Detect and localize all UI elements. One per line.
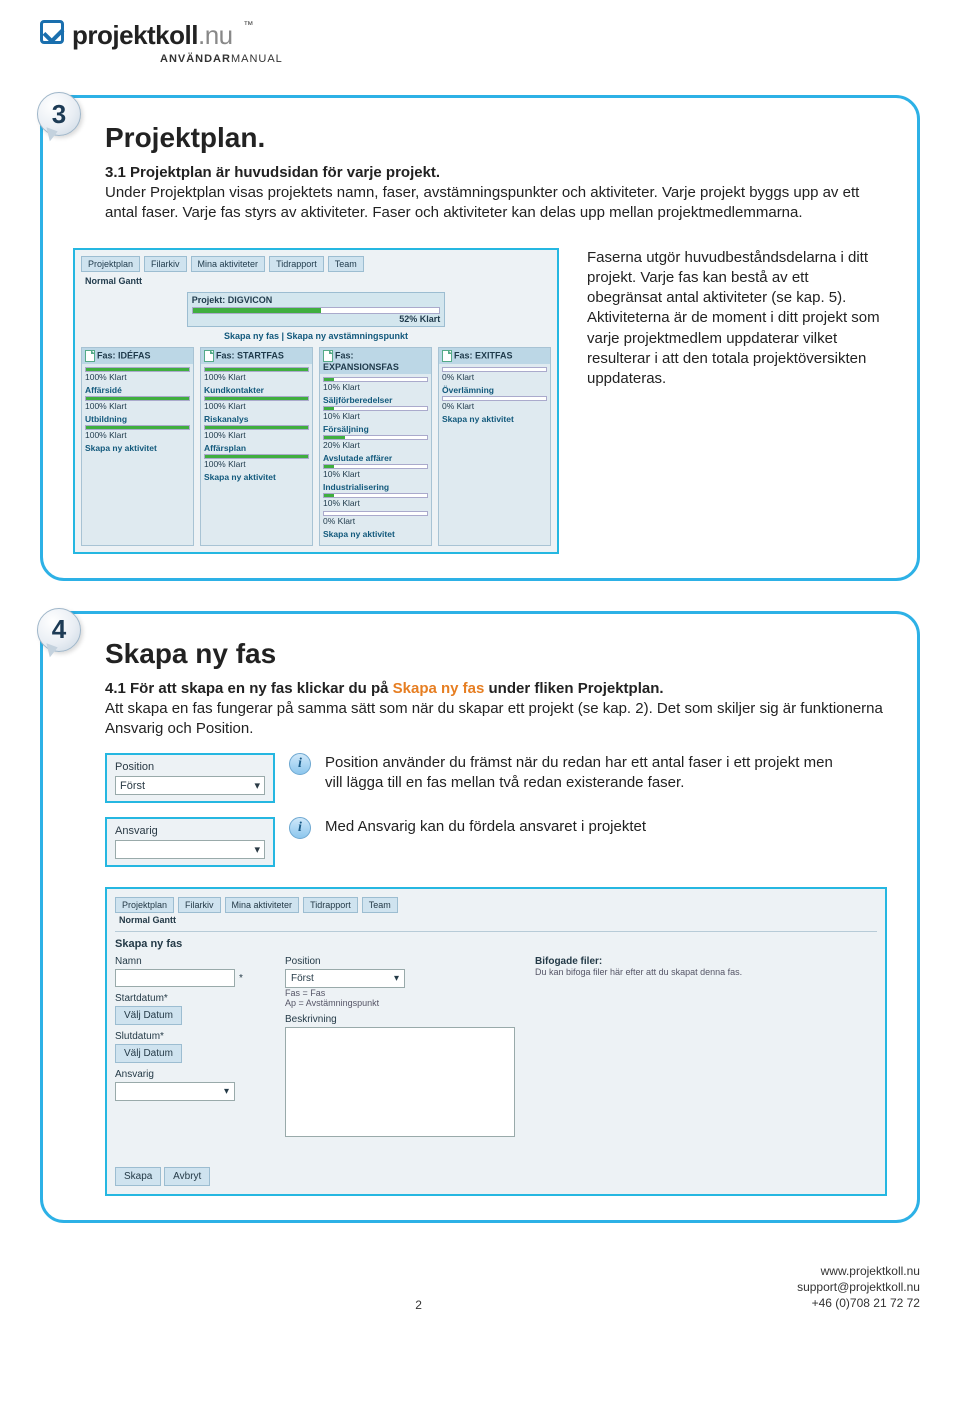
btn-skapa[interactable]: Skapa bbox=[115, 1167, 161, 1186]
lbl-slut: Slutdatum* bbox=[115, 1031, 265, 1042]
select-position[interactable]: Först▾ bbox=[285, 969, 405, 988]
chevron-down-icon: ▾ bbox=[394, 973, 399, 984]
app-tabs: Projektplan Filarkiv Mina aktiviteter Ti… bbox=[81, 256, 551, 272]
create-links[interactable]: Skapa ny fas | Skapa ny avstämningspunkt bbox=[81, 331, 551, 341]
btn-pick-slut[interactable]: Välj Datum bbox=[115, 1044, 182, 1063]
chevron-down-icon: ▾ bbox=[224, 1086, 229, 1097]
field-position: Position Först▾ bbox=[105, 753, 275, 803]
tab-mina-aktiviteter[interactable]: Mina aktiviteter bbox=[225, 897, 300, 913]
phase-expansionsfas: Fas: EXPANSIONSFAS 10% Klart Säljförbere… bbox=[319, 347, 432, 546]
link-skapa-aktivitet[interactable]: Skapa ny aktivitet bbox=[442, 414, 547, 424]
section-3-body: Under Projektplan visas projektets namn,… bbox=[105, 183, 885, 224]
lbl-beskriv: Beskrivning bbox=[285, 1014, 515, 1025]
lbl-namn: Namn bbox=[115, 956, 265, 967]
info-ansvarig-text: Med Ansvarig kan du fördela ansvaret i p… bbox=[325, 817, 646, 837]
section-4: 4 Skapa ny fas 4.1 För att skapa en ny f… bbox=[40, 611, 920, 1224]
tab-tidrapport[interactable]: Tidrapport bbox=[269, 256, 324, 272]
footer-site: www.projektkoll.nu bbox=[821, 1264, 920, 1278]
section-4-body: Att skapa en fas fungerar på samma sätt … bbox=[105, 699, 885, 740]
textarea-beskriv[interactable] bbox=[285, 1027, 515, 1137]
footer-phone: +46 (0)708 21 72 72 bbox=[812, 1296, 920, 1310]
project-title: Projekt: DIGVICON bbox=[192, 295, 441, 305]
lbl-ansvarig: Ansvarig bbox=[115, 1069, 265, 1080]
phase-startfas: Fas: STARTFAS 100% Klart Kundkontakter10… bbox=[200, 347, 313, 546]
tab-team[interactable]: Team bbox=[328, 256, 364, 272]
doc-icon bbox=[204, 350, 214, 362]
app-projektplan-screenshot: Projektplan Filarkiv Mina aktiviteter Ti… bbox=[73, 248, 559, 554]
section-4-sub: 4.1 För att skapa en ny fas klickar du p… bbox=[105, 680, 887, 697]
tab-tidrapport[interactable]: Tidrapport bbox=[303, 897, 358, 913]
brand-subtitle: ANVÄNDARMANUAL bbox=[160, 53, 920, 65]
select-ansvarig[interactable]: ▾ bbox=[115, 1082, 235, 1101]
section-3-title: Projektplan. bbox=[105, 122, 887, 154]
app2-subtabs[interactable]: Normal Gantt bbox=[119, 915, 877, 925]
doc-icon bbox=[323, 350, 333, 362]
logo-check-icon bbox=[40, 20, 64, 44]
tab-filarkiv[interactable]: Filarkiv bbox=[178, 897, 221, 913]
doc-icon bbox=[442, 350, 452, 362]
phase-exitfas: Fas: EXITFAS 0% Klart Överlämning0% Klar… bbox=[438, 347, 551, 546]
project-progress-label: 52% Klart bbox=[192, 314, 441, 324]
tab-projektplan[interactable]: Projektplan bbox=[81, 256, 140, 272]
section-3: 3 Projektplan. 3.1 Projektplan är huvuds… bbox=[40, 95, 920, 581]
link-skapa-aktivitet[interactable]: Skapa ny aktivitet bbox=[85, 443, 190, 453]
link-skapa-aktivitet[interactable]: Skapa ny aktivitet bbox=[204, 472, 309, 482]
chevron-down-icon: ▾ bbox=[254, 843, 260, 856]
footer-mail: support@projektkoll.nu bbox=[797, 1280, 920, 1294]
bif-head: Bifogade filer: bbox=[535, 956, 877, 967]
doc-icon bbox=[85, 350, 95, 362]
tab-projektplan[interactable]: Projektplan bbox=[115, 897, 174, 913]
project-overview: Projekt: DIGVICON 52% Klart bbox=[187, 292, 446, 327]
app-skapa-ny-fas: Projektplan Filarkiv Mina aktiviteter Ti… bbox=[105, 887, 887, 1196]
lbl-start: Startdatum* bbox=[115, 993, 265, 1004]
info-position-text: Position använder du främst när du redan… bbox=[325, 753, 845, 794]
lbl-position: Position bbox=[285, 956, 515, 967]
page-footer: 2 www.projektkoll.nu support@projektkoll… bbox=[40, 1263, 920, 1312]
phase-idefas: Fas: IDÉFAS 100% Klart Affärsidé100% Kla… bbox=[81, 347, 194, 546]
page-number: 2 bbox=[415, 1298, 422, 1312]
link-skapa-aktivitet[interactable]: Skapa ny aktivitet bbox=[323, 529, 428, 539]
btn-pick-start[interactable]: Välj Datum bbox=[115, 1006, 182, 1025]
required-star: * bbox=[239, 973, 243, 984]
section-4-title: Skapa ny fas bbox=[105, 638, 887, 670]
brand-header: projektkoll.nu ™ bbox=[40, 20, 920, 51]
tab-filarkiv[interactable]: Filarkiv bbox=[144, 256, 187, 272]
section-badge-4: 4 bbox=[37, 608, 83, 654]
field-position-label: Position bbox=[115, 761, 265, 773]
bif-body: Du kan bifoga filer här efter att du ska… bbox=[535, 967, 877, 977]
hint-position: Fas = Fas Ap = Avstämningspunkt bbox=[285, 988, 515, 1008]
tab-team[interactable]: Team bbox=[362, 897, 398, 913]
field-ansvarig: Ansvarig ▾ bbox=[105, 817, 275, 867]
btn-avbryt[interactable]: Avbryt bbox=[164, 1167, 210, 1186]
form-heading: Skapa ny fas bbox=[115, 938, 877, 950]
field-ansvarig-select[interactable]: ▾ bbox=[115, 840, 265, 859]
trademark: ™ bbox=[243, 20, 253, 31]
app-subtabs[interactable]: Normal Gantt bbox=[85, 276, 551, 286]
section-badge-3: 3 bbox=[37, 92, 83, 138]
tab-mina-aktiviteter[interactable]: Mina aktiviteter bbox=[191, 256, 266, 272]
section-3-sub: 3.1 Projektplan är huvudsidan för varje … bbox=[105, 164, 887, 181]
chevron-down-icon: ▾ bbox=[254, 779, 260, 792]
info-icon: i bbox=[289, 753, 311, 775]
info-icon: i bbox=[289, 817, 311, 839]
field-ansvarig-label: Ansvarig bbox=[115, 825, 265, 837]
project-progress-bar bbox=[192, 307, 441, 314]
input-namn[interactable] bbox=[115, 969, 235, 987]
logo-text: projektkoll.nu bbox=[72, 20, 239, 50]
section-3-aside: Faserna utgör huvudbeståndsdelarna i dit… bbox=[587, 248, 887, 390]
field-position-select[interactable]: Först▾ bbox=[115, 776, 265, 795]
